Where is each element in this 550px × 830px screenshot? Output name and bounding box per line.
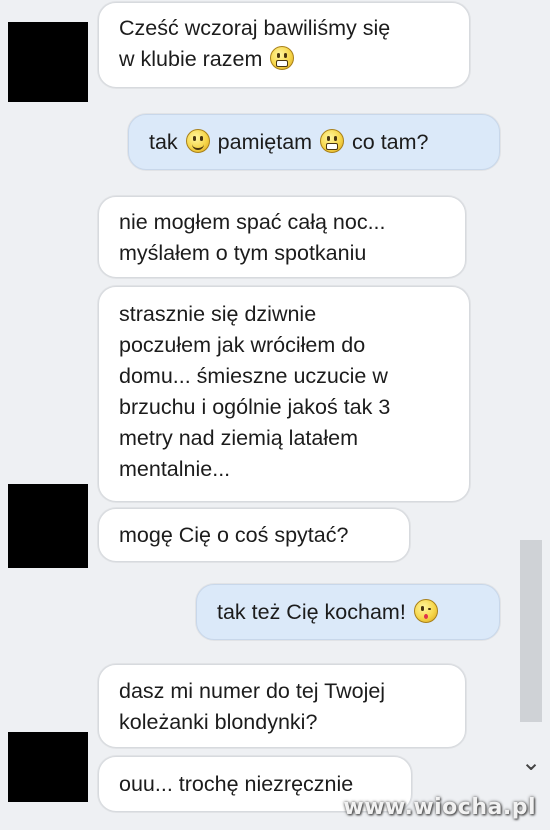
message-text: myślałem o tym spotkaniu <box>119 241 367 265</box>
grin-emoticon-icon <box>270 46 295 70</box>
message-text: metry nad ziemią latałem <box>119 426 358 450</box>
message-bubble-incoming: Cześć wczoraj bawiliśmy się w klubie raz… <box>98 2 470 88</box>
message-text: dasz mi numer do tej Twojej <box>119 679 386 703</box>
grin-emoticon-icon <box>320 129 345 153</box>
scrollbar-track[interactable] <box>520 540 542 722</box>
message-bubble-incoming: dasz mi numer do tej Twojej koleżanki bl… <box>98 664 466 748</box>
avatar-redacted <box>8 484 88 568</box>
message-text: strasznie się dziwnie <box>119 302 317 326</box>
message-bubble-incoming: mogę Cię o coś spytać? <box>98 508 410 562</box>
message-bubble-outgoing: tak pamiętam co tam? <box>128 114 500 170</box>
message-text: brzuchu i ogólnie jakoś tak 3 <box>119 395 391 419</box>
message-bubble-incoming: nie mogłem spać całą noc... myślałem o t… <box>98 196 466 278</box>
message-text: domu... śmieszne uczucie w <box>119 364 388 388</box>
avatar-redacted <box>8 732 88 802</box>
message-text: pamiętam <box>217 130 313 154</box>
kiss-emoticon-icon <box>413 599 438 623</box>
message-bubble-incoming: strasznie się dziwnie poczułem jak wróci… <box>98 286 470 502</box>
message-text: koleżanki blondynki? <box>119 710 318 734</box>
message-text: nie mogłem spać całą noc... <box>119 210 386 234</box>
message-text: co tam? <box>352 130 429 154</box>
message-bubble-outgoing: tak też Cię kocham! <box>196 584 500 640</box>
chevron-down-icon[interactable]: ⌄ <box>518 751 544 775</box>
message-text: mentalnie... <box>119 457 231 481</box>
message-text: w klubie razem <box>119 47 263 71</box>
watermark: www.wiocha.pl <box>343 795 536 820</box>
message-text: Cześć wczoraj bawiliśmy się <box>119 16 391 40</box>
message-text: poczułem jak wróciłem do <box>119 333 366 357</box>
message-text: mogę Cię o coś spytać? <box>119 523 349 547</box>
message-text: tak <box>149 130 178 154</box>
avatar-redacted <box>8 22 88 102</box>
message-text: tak też Cię kocham! <box>217 600 406 624</box>
smile-emoticon-icon <box>185 129 210 153</box>
